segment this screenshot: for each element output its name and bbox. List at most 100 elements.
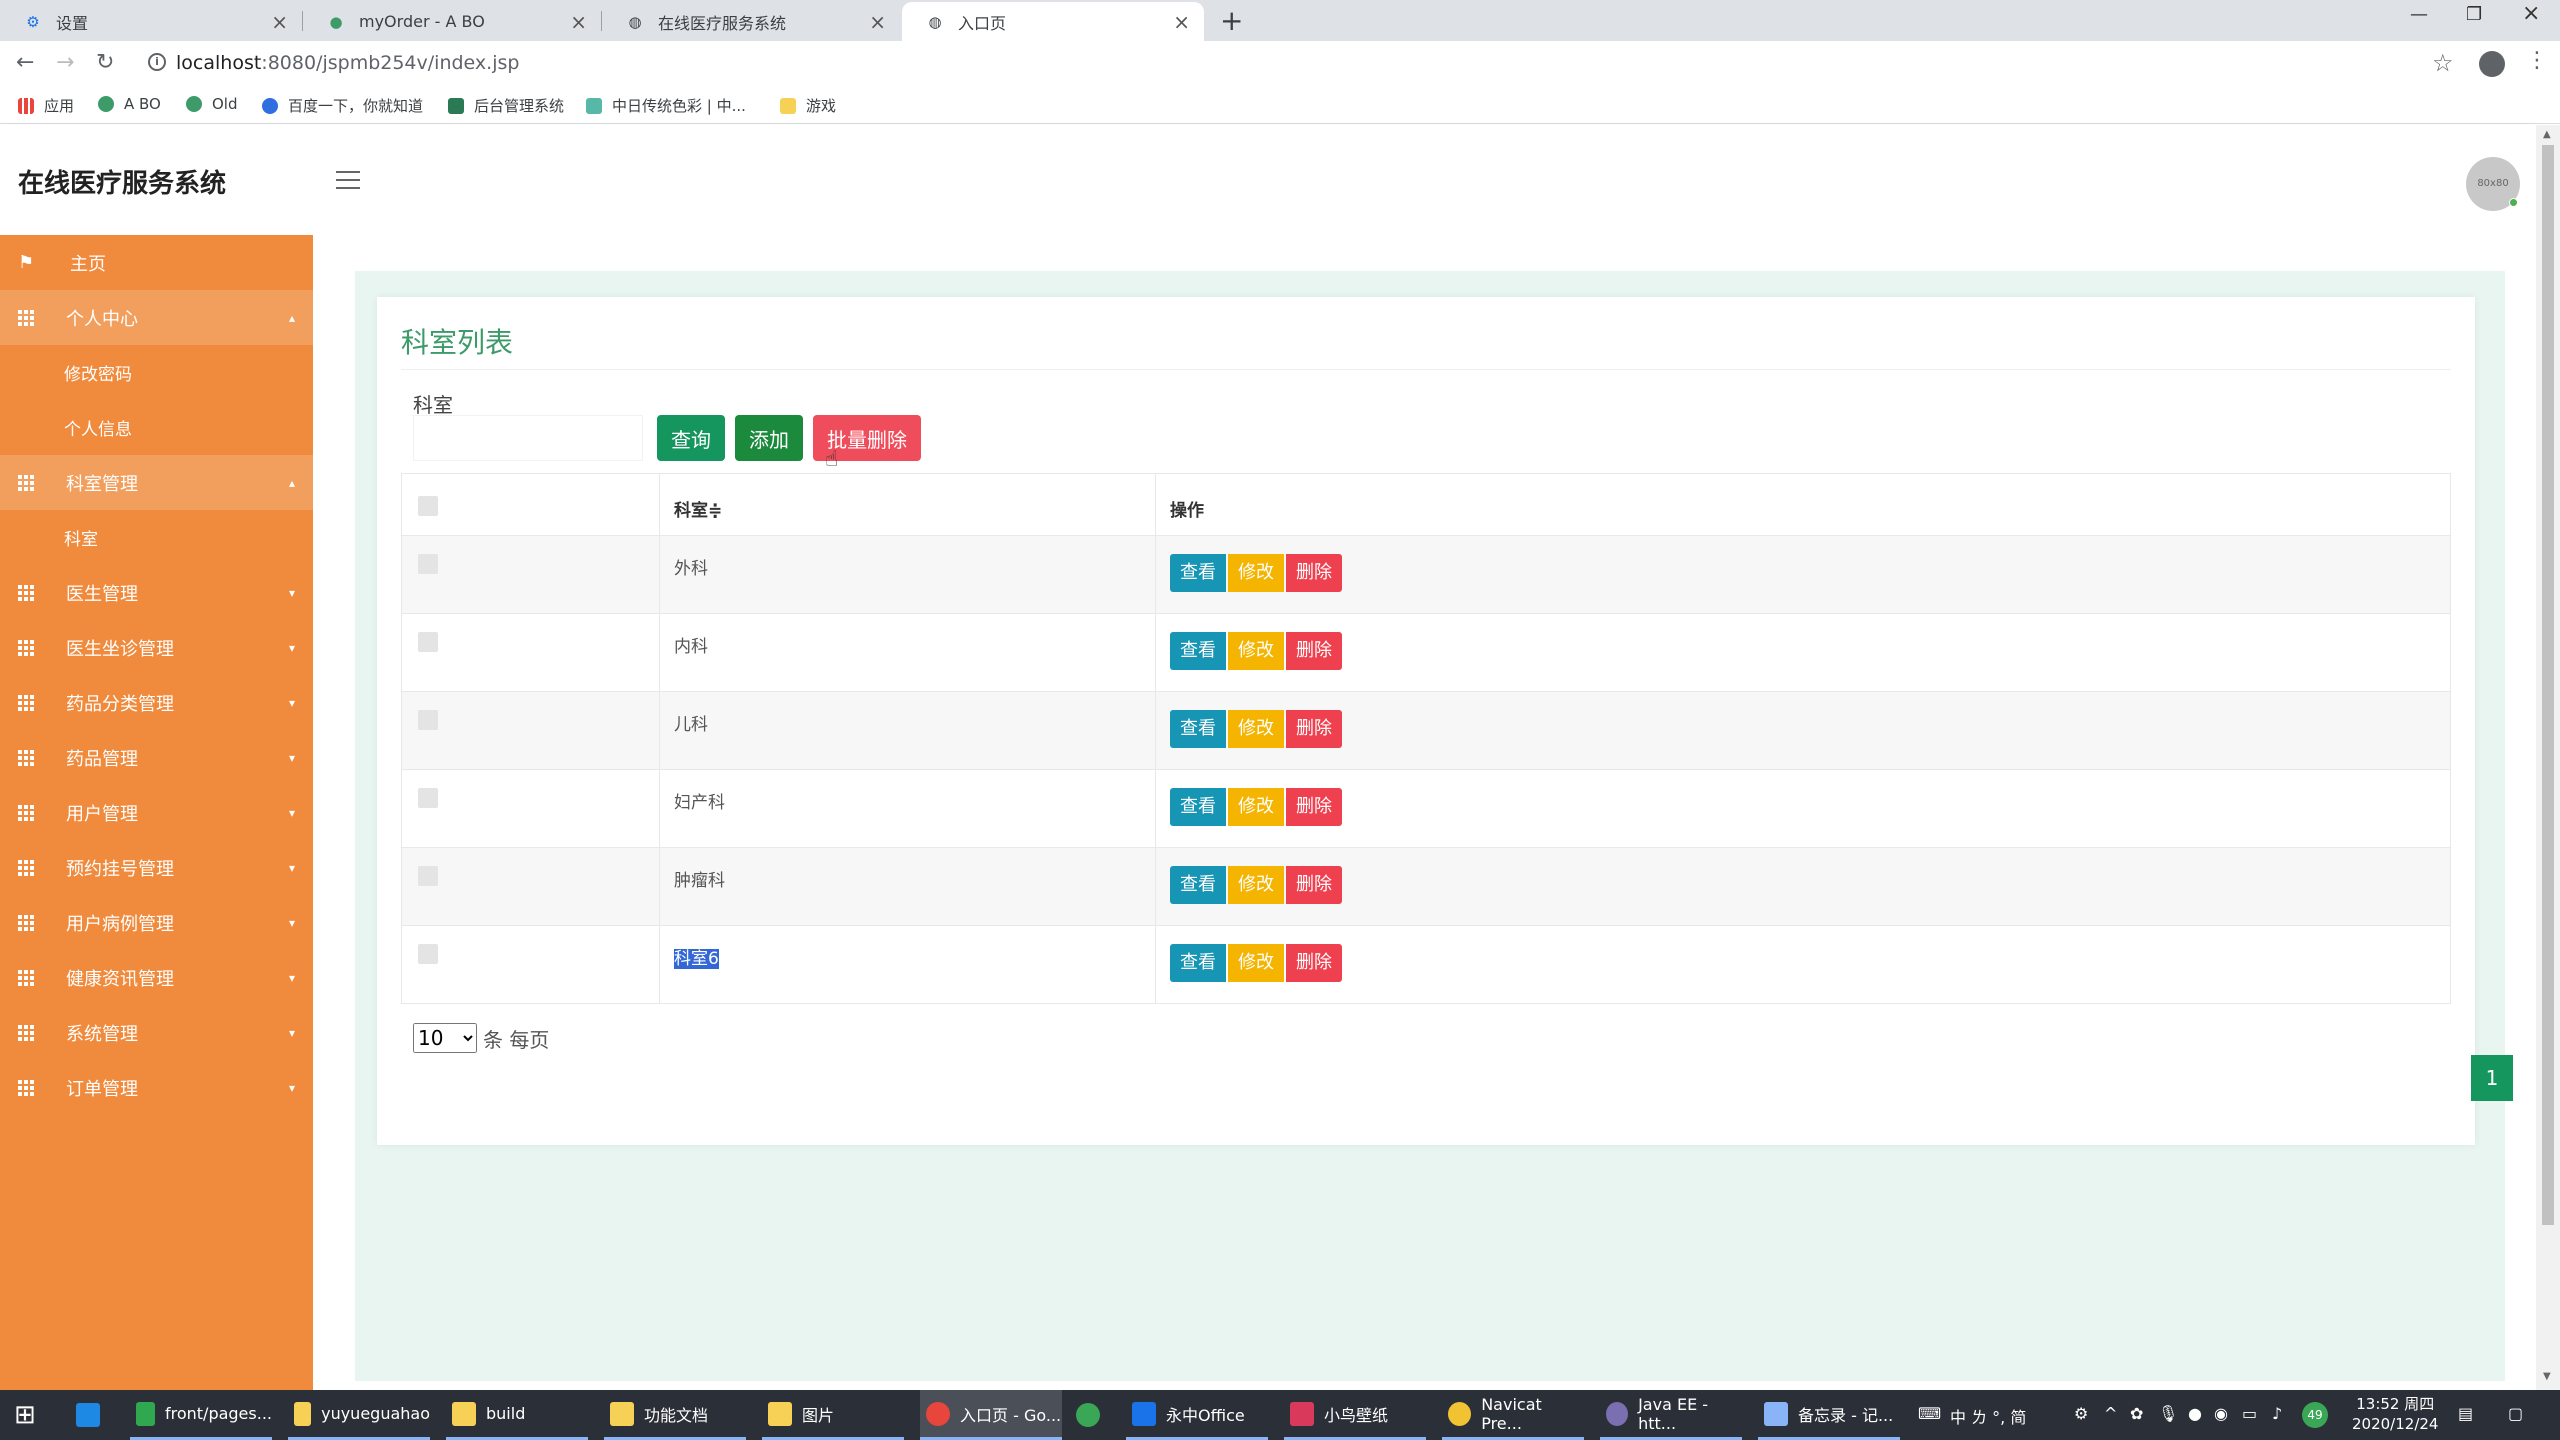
tab-medical-system[interactable]: ◍ 在线医疗服务系统 × [602,2,900,41]
row-checkbox[interactable] [418,632,438,652]
scroll-thumb[interactable] [2542,145,2554,1225]
department-search-input[interactable] [413,415,643,461]
sidebar-item-department-management[interactable]: 科室管理 ▴ [0,455,313,510]
tab-entry-page[interactable]: ◍ 入口页 × [902,2,1204,41]
minimize-icon[interactable]: — [2410,4,2428,25]
bookmark-star-icon[interactable]: ☆ [2432,49,2454,77]
taskbar-item-office[interactable]: 永中Office [1126,1390,1268,1440]
sidebar-item-user-cases[interactable]: 用户病例管理 ▾ [0,895,313,950]
sidebar-subitem-department[interactable]: 科室 [0,510,313,565]
edit-button[interactable]: 修改 [1228,944,1284,982]
sidebar-item-drug-category[interactable]: 药品分类管理 ▾ [0,675,313,730]
delete-button[interactable]: 删除 [1286,866,1342,904]
chevron-up-icon[interactable]: ^ [2104,1404,2117,1423]
input-method-status[interactable]: 中 ㄌ °, 简 [1950,1404,2026,1428]
settings-gear-icon[interactable]: ⚙ [2074,1404,2088,1423]
delete-button[interactable]: 删除 [1286,554,1342,592]
taskbar-item-pictures[interactable]: 图片 [762,1390,904,1440]
taskbar-item-build[interactable]: build [446,1390,588,1440]
taskbar-item-eclipse[interactable]: Java EE - htt... [1600,1390,1742,1440]
menu-kebab-icon[interactable]: ⋮ [2526,48,2548,73]
delete-button[interactable]: 删除 [1286,944,1342,982]
store-icon[interactable] [76,1390,116,1440]
tab-myorder[interactable]: ● myOrder - A BO × [303,2,601,41]
qq-icon[interactable]: ◉ [2214,1404,2228,1423]
sidebar-item-appointment[interactable]: 预约挂号管理 ▾ [0,840,313,895]
taskbar-item-yuyueguahao[interactable]: yuyueguahao [288,1390,430,1440]
taskbar-item-notepad[interactable]: 备忘录 - 记... [1758,1390,1900,1440]
taskbar-item-chrome[interactable]: 入口页 - Go... [920,1390,1062,1440]
select-all-checkbox[interactable] [418,496,438,516]
view-button[interactable]: 查看 [1170,632,1226,670]
scroll-up-icon[interactable]: ▲ [2543,129,2551,140]
keyboard-icon[interactable]: ⌨ [1918,1404,1941,1423]
restore-icon[interactable]: ❐ [2466,4,2482,25]
add-button[interactable]: 添加 [735,415,803,461]
vertical-scrollbar[interactable]: ▲ ▼ [2536,125,2560,1390]
sidebar-item-orders[interactable]: 订单管理 ▾ [0,1060,313,1115]
sidebar-subitem-change-password[interactable]: 修改密码 [0,345,313,400]
taskbar-item-navicat[interactable]: Navicat Pre... [1442,1390,1584,1440]
url-field[interactable]: localhost:8080/jspmb254v/index.jsp [176,52,519,74]
tab-settings[interactable]: ⚙ 设置 × [0,2,302,41]
close-icon[interactable]: × [271,10,288,34]
view-button[interactable]: 查看 [1170,788,1226,826]
sidebar-item-drug-management[interactable]: 药品管理 ▾ [0,730,313,785]
back-arrow-icon[interactable]: ← [16,50,34,75]
query-button[interactable]: 查询 [657,415,725,461]
row-checkbox[interactable] [418,944,438,964]
view-button[interactable]: 查看 [1170,944,1226,982]
department-column-header[interactable]: 科室≑ [659,473,1156,536]
edit-button[interactable]: 修改 [1228,710,1284,748]
hamburger-menu-icon[interactable] [336,171,360,189]
sidebar-item-user-management[interactable]: 用户管理 ▾ [0,785,313,840]
bookmark-abo[interactable]: A BO [98,95,161,113]
edit-button[interactable]: 修改 [1228,632,1284,670]
edit-button[interactable]: 修改 [1228,788,1284,826]
network-icon[interactable]: ▭ [2242,1404,2257,1423]
scroll-down-icon[interactable]: ▼ [2543,1371,2551,1382]
close-icon[interactable]: × [869,10,886,34]
sidebar-item-system[interactable]: 系统管理 ▾ [0,1005,313,1060]
taskbar-item-green-app[interactable] [1076,1390,1118,1440]
sidebar-item-doctor-management[interactable]: 医生管理 ▾ [0,565,313,620]
taskbar-item-hbuilder[interactable]: front/pages... [130,1390,272,1440]
system-clock[interactable]: 13:52 周四 2020/12/24 [2352,1394,2438,1434]
edit-button[interactable]: 修改 [1228,554,1284,592]
windows-start-icon[interactable]: ⊞ [14,1390,54,1440]
new-tab-icon[interactable]: + [1220,4,1243,37]
bookmark-apps[interactable]: 应用 [18,95,74,116]
sidebar-item-health-news[interactable]: 健康资讯管理 ▾ [0,950,313,1005]
show-desktop-icon[interactable]: ▢ [2508,1404,2523,1423]
close-icon[interactable]: × [1173,10,1190,34]
close-window-icon[interactable]: × [2522,1,2540,26]
view-button[interactable]: 查看 [1170,866,1226,904]
delete-button[interactable]: 删除 [1286,710,1342,748]
sidebar-subitem-personal-info[interactable]: 个人信息 [0,400,313,455]
taskbar-item-docs[interactable]: 功能文档 [604,1390,746,1440]
edit-button[interactable]: 修改 [1228,866,1284,904]
bookmark-baidu[interactable]: 百度一下，你就知道 [262,95,423,116]
taskbar-item-wallpaper[interactable]: 小鸟壁纸 [1284,1390,1426,1440]
profile-icon[interactable] [2479,51,2505,77]
bookmark-old[interactable]: Old [186,95,238,113]
forward-arrow-icon[interactable]: → [56,50,74,75]
row-checkbox[interactable] [418,788,438,808]
sidebar-item-personal-center[interactable]: 个人中心 ▴ [0,290,313,345]
bookmark-admin[interactable]: 后台管理系统 [448,95,564,116]
row-checkbox[interactable] [418,554,438,574]
microphone-icon[interactable]: 🎙 [2158,1404,2178,1423]
bookmark-games[interactable]: 游戏 [780,95,836,116]
avatar[interactable]: 80x80 [2466,157,2520,211]
wechat-icon[interactable]: ● [2188,1404,2202,1423]
delete-button[interactable]: 删除 [1286,788,1342,826]
pagination-page-1[interactable]: 1 [2471,1055,2513,1101]
volume-icon[interactable]: ♪ [2272,1404,2282,1423]
view-button[interactable]: 查看 [1170,554,1226,592]
delete-button[interactable]: 删除 [1286,632,1342,670]
info-icon[interactable]: i [148,53,166,71]
row-checkbox[interactable] [418,710,438,730]
reload-icon[interactable]: ↻ [96,50,114,75]
sidebar-item-home[interactable]: ⚑ 主页 [0,235,313,290]
battery-badge[interactable]: 49 [2302,1402,2328,1428]
